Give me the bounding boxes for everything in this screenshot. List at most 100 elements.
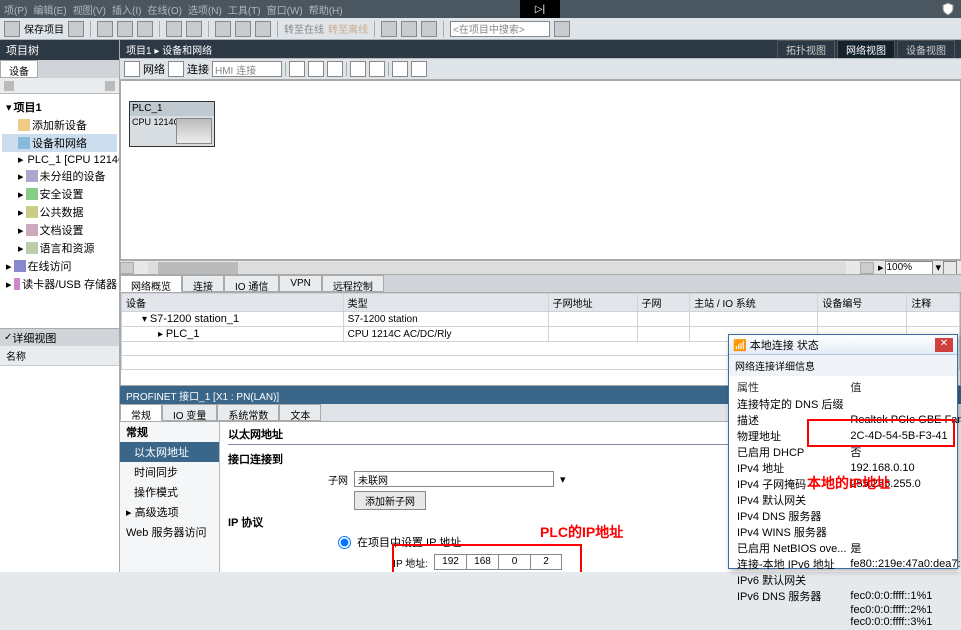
conn-type-dd[interactable]: HMI 连接 — [212, 61, 282, 77]
list-item: IPv6 默认网关 — [735, 572, 961, 588]
tree-security[interactable]: ▸安全设置 — [2, 185, 117, 203]
section-conn: 接口连接到 — [228, 454, 283, 466]
zoom-misc[interactable] — [943, 261, 957, 275]
tab-topology[interactable]: 拓扑视图 — [777, 40, 835, 59]
nav-time[interactable]: 时间同步 — [120, 462, 219, 482]
tree-reader[interactable]: ▸读卡器/USB 存储器 — [2, 275, 117, 293]
plc-name: PLC_1 — [130, 102, 214, 116]
scroll-right-icon[interactable] — [860, 262, 874, 274]
list-item: 物理地址2C-4D-54-5B-F3-41 — [735, 428, 961, 444]
detail-view-toggle[interactable]: ✓ 详细视图 — [0, 328, 119, 346]
dialog-titlebar[interactable]: 📶 本地连接 状态 ✕ — [729, 335, 957, 355]
gooffline-button[interactable]: 转至离线 — [328, 21, 368, 36]
net-icon[interactable] — [124, 61, 140, 77]
property-nav[interactable]: 常规 以太网地址 时间同步 操作模式 ▸ 高级选项 Web 服务器访问 — [120, 422, 220, 572]
tb-a[interactable] — [381, 21, 397, 37]
network-canvas[interactable]: PLC_1 CPU 1214C — [120, 80, 961, 260]
tab-network[interactable]: 网络视图 — [837, 40, 895, 59]
ct2[interactable] — [308, 61, 324, 77]
tree-online[interactable]: ▸在线访问 — [2, 257, 117, 275]
play-icon[interactable]: ▷| — [520, 0, 560, 18]
goonline-button[interactable]: 转至在线 — [284, 21, 324, 36]
tree-plc1[interactable]: ▸PLC_1 [CPU 1214C A... — [2, 152, 117, 167]
scroll-thumb[interactable] — [158, 262, 238, 274]
tree-devices-networks[interactable]: 设备和网络 — [2, 134, 117, 152]
nav-opmode[interactable]: 操作模式 — [120, 482, 219, 502]
zoom-out-icon[interactable]: ▸ — [878, 261, 884, 274]
undo-icon[interactable] — [166, 21, 182, 37]
ip-label: IP 地址: — [228, 555, 428, 570]
zoom-input[interactable] — [885, 261, 933, 275]
zoom-fit-icon[interactable] — [392, 61, 408, 77]
download-icon[interactable] — [235, 21, 251, 37]
search-input[interactable]: <在项目中搜索> — [450, 21, 550, 37]
save-icon[interactable] — [68, 21, 84, 37]
gt-io[interactable]: IO 通信 — [224, 275, 279, 292]
menu-window[interactable]: 窗口(W) — [267, 2, 303, 17]
menu-edit[interactable]: 编辑(E) — [33, 2, 66, 17]
cut-icon[interactable] — [97, 21, 113, 37]
tree-common[interactable]: ▸公共数据 — [2, 203, 117, 221]
pt-general[interactable]: 常规 — [120, 404, 162, 421]
close-icon[interactable]: ✕ — [935, 338, 953, 352]
upload-icon[interactable] — [255, 21, 271, 37]
pt-const[interactable]: 系统常数 — [217, 404, 279, 421]
tree-docset[interactable]: ▸文档设置 — [2, 221, 117, 239]
redo-icon[interactable] — [186, 21, 202, 37]
zoom-icon[interactable] — [411, 61, 427, 77]
nav-webserver[interactable]: Web 服务器访问 — [120, 522, 219, 542]
radio-set-ip-label: 在项目中设置 IP 地址 — [357, 534, 461, 550]
ip-field[interactable]: 19216802 — [434, 554, 562, 570]
copy-icon[interactable] — [117, 21, 133, 37]
list-item: 已启用 NetBIOS ove...是 — [735, 540, 961, 556]
zoom-dd-icon[interactable]: ▾ — [935, 261, 941, 274]
paste-icon[interactable] — [137, 21, 153, 37]
menu-online[interactable]: 在线(O) — [147, 2, 181, 17]
save-button[interactable]: 保存项目 — [24, 21, 64, 36]
tree-icon-b[interactable] — [105, 81, 115, 91]
tab-device[interactable]: 设备视图 — [897, 40, 955, 59]
radio-set-ip[interactable] — [338, 536, 351, 549]
tree-ungrouped[interactable]: ▸未分组的设备 — [2, 167, 117, 185]
ct1[interactable] — [289, 61, 305, 77]
conn-label: 连接 — [187, 61, 209, 77]
menu-options[interactable]: 选项(N) — [188, 2, 222, 17]
add-subnet-button[interactable]: 添加新子网 — [354, 491, 426, 510]
subnet-dd-icon[interactable]: ▾ — [560, 473, 566, 486]
menu-insert[interactable]: 插入(I) — [112, 2, 141, 17]
tree-root[interactable]: ▾ 项目1 — [2, 98, 117, 116]
table-row[interactable]: ▾ S7-1200 station_1S7-1200 station — [122, 312, 960, 327]
nav-advanced[interactable]: ▸ 高级选项 — [120, 502, 219, 522]
ct3[interactable] — [327, 61, 343, 77]
menu-project[interactable]: 项(P) — [4, 2, 27, 17]
gt-overview[interactable]: 网络概览 — [120, 275, 182, 292]
subnet-field[interactable] — [354, 471, 554, 487]
compile-icon[interactable] — [215, 21, 231, 37]
pt-iovar[interactable]: IO 变量 — [162, 404, 217, 421]
new-icon[interactable] — [4, 21, 20, 37]
local-connect-dialog[interactable]: 📶 本地连接 状态 ✕ 网络连接详细信息 属性值 连接特定的 DNS 后缀描述R… — [728, 334, 958, 569]
nav-ethernet[interactable]: 以太网地址 — [120, 442, 219, 462]
search-go-icon[interactable] — [554, 21, 570, 37]
pt-text[interactable]: 文本 — [279, 404, 321, 421]
ct5[interactable] — [369, 61, 385, 77]
menu-view[interactable]: 视图(V) — [73, 2, 106, 17]
devices-tab[interactable]: 设备 — [0, 60, 38, 78]
project-tree[interactable]: ▾ 项目1 添加新设备 设备和网络 ▸PLC_1 [CPU 1214C A...… — [0, 94, 119, 328]
menu-tools[interactable]: 工具(T) — [228, 2, 261, 17]
tb-b[interactable] — [401, 21, 417, 37]
conn-icon[interactable] — [168, 61, 184, 77]
tb-c[interactable] — [421, 21, 437, 37]
scroll-left-icon[interactable] — [120, 262, 134, 274]
tree-lang[interactable]: ▸语言和资源 — [2, 239, 117, 257]
nav-general[interactable]: 常规 — [120, 422, 219, 442]
plc-box[interactable]: PLC_1 CPU 1214C — [129, 101, 215, 147]
tree-add-device[interactable]: 添加新设备 — [2, 116, 117, 134]
canvas-scrollbar[interactable]: ▸ ▾ — [120, 260, 961, 274]
gt-vpn[interactable]: VPN — [279, 275, 322, 292]
ct4[interactable] — [350, 61, 366, 77]
gt-remote[interactable]: 远程控制 — [322, 275, 384, 292]
gt-conn[interactable]: 连接 — [182, 275, 224, 292]
tree-icon-a[interactable] — [4, 81, 14, 91]
menu-help[interactable]: 帮助(H) — [309, 2, 343, 17]
